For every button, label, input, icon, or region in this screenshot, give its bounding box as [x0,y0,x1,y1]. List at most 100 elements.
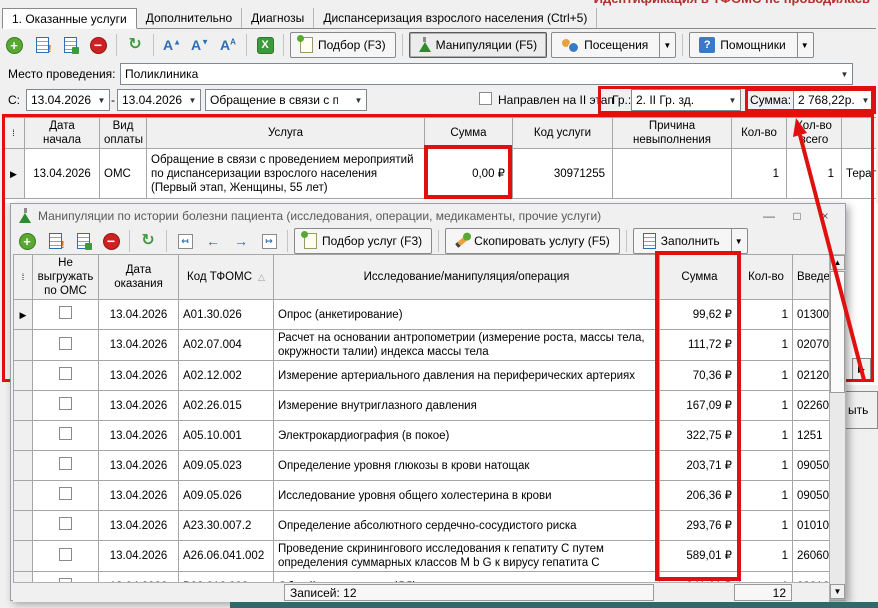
omc-checkbox[interactable] [59,337,72,350]
fill-dropdown-arrow[interactable]: ▼ [731,229,746,253]
last-record-button[interactable]: ↦ [257,229,281,253]
delete-button[interactable]: − [86,33,110,57]
omc-checkbox-cell[interactable] [33,421,99,451]
font-decrease-button[interactable]: A▼ [188,33,212,57]
omc-checkbox-cell[interactable] [33,300,99,330]
col-header-qty[interactable]: Кол-во [732,118,787,149]
col-header-tfoms-code[interactable]: Код ТФОМС△ [179,255,274,300]
omc-checkbox-cell[interactable] [33,511,99,541]
refresh-button[interactable]: ↻ [123,33,147,57]
delete-button[interactable]: − [99,229,123,253]
omc-checkbox[interactable] [59,517,72,530]
omc-checkbox-cell[interactable] [33,391,99,421]
table-row[interactable]: 13.04.2026B03.016.002Общий анализ крови … [14,572,830,583]
chevron-down-icon[interactable]: ▼ [94,96,109,105]
omc-checkbox-cell[interactable] [33,361,99,391]
maximize-button[interactable]: □ [783,205,811,227]
hscroll-right-button[interactable]: ▶ [852,358,871,380]
font-size-button[interactable]: AA [216,33,240,57]
dialog-titlebar[interactable]: Манипуляции по истории болезни пациента … [11,204,845,228]
scroll-down-button[interactable]: ▼ [830,584,845,599]
chevron-down-icon[interactable]: ▼ [725,96,740,105]
minimize-button[interactable]: — [755,205,783,227]
column-options-icon[interactable]: ⁞ [3,118,25,149]
col-header-code[interactable]: Код услуги [513,118,613,149]
table-row[interactable]: 13.04.2026A23.30.007.2Определение абсолю… [14,511,830,541]
helpers-dropdown-arrow[interactable]: ▼ [797,33,812,57]
manipulations-button[interactable]: Манипуляции (F5) [409,32,547,58]
col-header-research[interactable]: Исследование/манипуляция/операция [274,255,660,300]
chevron-down-icon[interactable]: ▼ [858,96,873,105]
col-header-service[interactable]: Услуга [147,118,425,149]
chevron-down-icon[interactable]: ▼ [351,96,366,105]
table-row[interactable]: ▶13.04.2026A01.30.026Опрос (анкетировани… [14,300,830,330]
col-header-sum[interactable]: Сумма [660,255,740,300]
col-header-sum[interactable]: Сумма [425,118,513,149]
podbor-uslug-button[interactable]: Подбор услуг (F3) [294,228,432,254]
omc-checkbox-cell[interactable] [33,481,99,511]
place-combobox[interactable]: Поликлиника▼ [120,63,853,85]
omc-checkbox[interactable] [59,306,72,319]
add-button[interactable]: + [15,229,39,253]
table-row[interactable]: 13.04.2026A05.10.001Электрокардиография … [14,421,830,451]
edit-button[interactable] [43,229,67,253]
excel-export-button[interactable]: X [253,33,277,57]
add-button[interactable]: + [2,33,26,57]
refresh-button[interactable]: ↻ [136,229,160,253]
tab-additional[interactable]: Дополнительно [137,8,242,28]
scroll-up-button[interactable]: ▲ [830,255,845,270]
tab-rendered-services[interactable]: 1. Оказанные услуги [2,8,137,29]
col-header-date[interactable]: Дата оказания [99,255,179,300]
save-button[interactable] [58,33,82,57]
omc-checkbox-cell[interactable] [33,330,99,361]
col-header-qty-total[interactable]: Кол-во всего [787,118,842,149]
visits-dropdown-arrow[interactable]: ▼ [659,33,674,57]
date-from-combobox[interactable]: 13.04.2026▼ [26,89,110,111]
table-row[interactable]: 13.04.2026A09.05.023Определение уровня г… [14,451,830,481]
visits-button[interactable]: Посещения ▼ [551,32,676,58]
font-increase-button[interactable]: A▲ [160,33,184,57]
edit-button[interactable] [30,33,54,57]
group-combobox[interactable]: 2. II Гр. зд.▼ [631,89,741,111]
col-header-entered[interactable]: Введен [793,255,830,300]
service-filter-combobox[interactable]: Обращение в связи с проведением▼ [205,89,367,111]
close-button[interactable]: × [811,205,839,227]
scrollbar-thumb[interactable] [830,271,845,393]
omc-checkbox-cell[interactable] [33,572,99,583]
first-record-button[interactable]: ↤ [173,229,197,253]
omc-checkbox-cell[interactable] [33,451,99,481]
prev-record-button[interactable]: ← [201,229,225,253]
col-header-dept[interactable] [842,118,877,149]
table-row[interactable]: 13.04.2026A02.26.015Измерение внутриглаз… [14,391,830,421]
col-header-qty[interactable]: Кол-во [740,255,793,300]
table-row[interactable]: 13.04.2026A26.06.041.002Проведение скрин… [14,541,830,572]
chevron-down-icon[interactable]: ▼ [837,70,852,79]
date-to-combobox[interactable]: 13.04.2026▼ [117,89,201,111]
table-row[interactable]: 13.04.2026A02.12.002Измерение артериальн… [14,361,830,391]
table-row[interactable]: 13.04.2026A02.07.004Расчет на основании … [14,330,830,361]
vertical-scrollbar[interactable]: ▲ ▼ [829,254,846,600]
col-header-date[interactable]: Дата начала [25,118,100,149]
column-options-icon[interactable]: ⁞ [14,255,33,300]
tab-dispensary[interactable]: Диспансеризация взрослого населения (Ctr… [314,8,597,28]
chevron-down-icon[interactable]: ▼ [185,96,200,105]
omc-checkbox[interactable] [59,457,72,470]
omc-checkbox[interactable] [59,397,72,410]
omc-checkbox-cell[interactable] [33,541,99,572]
omc-checkbox[interactable] [59,548,72,561]
stage2-checkbox[interactable] [479,92,492,105]
podbor-button[interactable]: Подбор (F3) [290,32,396,58]
col-header-no-omc[interactable]: Не выгружать по ОМС [33,255,99,300]
copy-service-button[interactable]: Скопировать услугу (F5) [445,228,620,254]
omc-checkbox[interactable] [59,427,72,440]
sum-combobox[interactable]: 2 768,22р.▼ [793,89,874,111]
table-row[interactable]: 13.04.2026A09.05.026Исследование уровня … [14,481,830,511]
col-header-payment[interactable]: Вид оплаты [100,118,147,149]
omc-checkbox[interactable] [59,487,72,500]
save-button[interactable] [71,229,95,253]
table-row[interactable]: ▶ 13.04.2026 ОМС Обращение в связи с про… [3,149,877,199]
omc-checkbox[interactable] [59,367,72,380]
tab-diagnoses[interactable]: Диагнозы [242,8,314,28]
next-record-button[interactable]: → [229,229,253,253]
col-header-reason[interactable]: Причина невыполнения [613,118,732,149]
